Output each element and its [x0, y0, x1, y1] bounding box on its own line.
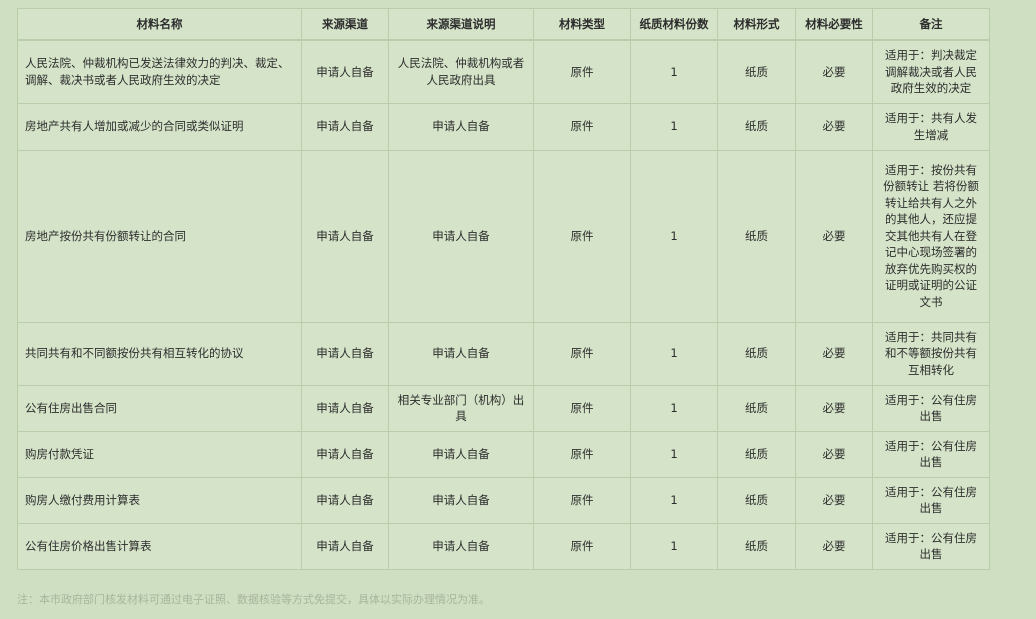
remark-cell: 适用于：共同共有和不等额按份共有互相转化	[872, 321, 990, 386]
material-name-cell: 购房人缴付费用计算表	[17, 476, 302, 524]
source-channel-cell: 申请人自备	[301, 522, 389, 570]
remark-cell: 适用于：公有住房出售	[872, 430, 990, 478]
source-description-cell: 申请人自备	[388, 102, 534, 151]
material-name-cell: 人民法院、仲裁机构已发送法律效力的判决、裁定、调解、裁决书或者人民政府生效的决定	[17, 39, 302, 104]
material-name-cell: 购房付款凭证	[17, 430, 302, 478]
remark-cell: 适用于：公有住房出售	[872, 384, 990, 432]
paper-copies-cell: 1	[630, 384, 718, 432]
material-name-cell: 共同共有和不同额按份共有相互转化的协议	[17, 321, 302, 386]
source-description-cell: 申请人自备	[388, 522, 534, 570]
necessity-cell: 必要	[795, 476, 873, 524]
material-form-cell: 纸质	[717, 522, 796, 570]
paper-copies-cell: 1	[630, 476, 718, 524]
material-name-cell: 公有住房出售合同	[17, 384, 302, 432]
remark-cell: 适用于：判决裁定调解裁决或者人民政府生效的决定	[872, 39, 990, 104]
paper-copies-cell: 1	[630, 522, 718, 570]
material-type-cell: 原件	[533, 102, 631, 151]
source-description-cell: 申请人自备	[388, 430, 534, 478]
table-row: 购房付款凭证 申请人自备 申请人自备 原件 1 纸质 必要 适用于：公有住房出售	[17, 430, 990, 478]
source-channel-cell: 申请人自备	[301, 39, 389, 104]
source-description-cell: 申请人自备	[388, 321, 534, 386]
material-form-cell: 纸质	[717, 149, 796, 323]
table-header-row: 材料名称 来源渠道 来源渠道说明 材料类型 纸质材料份数 材料形式 材料必要性 …	[17, 8, 990, 41]
paper-copies-cell: 1	[630, 430, 718, 478]
material-name-cell: 房地产按份共有份额转让的合同	[17, 149, 302, 323]
necessity-cell: 必要	[795, 149, 873, 323]
header-necessity: 材料必要性	[795, 8, 873, 41]
necessity-cell: 必要	[795, 522, 873, 570]
materials-table: 材料名称 来源渠道 来源渠道说明 材料类型 纸质材料份数 材料形式 材料必要性 …	[17, 8, 990, 570]
header-material-type: 材料类型	[533, 8, 631, 41]
necessity-cell: 必要	[795, 430, 873, 478]
necessity-cell: 必要	[795, 321, 873, 386]
material-form-cell: 纸质	[717, 384, 796, 432]
material-form-cell: 纸质	[717, 430, 796, 478]
header-source-channel: 来源渠道	[301, 8, 389, 41]
material-type-cell: 原件	[533, 149, 631, 323]
material-form-cell: 纸质	[717, 476, 796, 524]
material-type-cell: 原件	[533, 430, 631, 478]
paper-copies-cell: 1	[630, 102, 718, 151]
source-channel-cell: 申请人自备	[301, 321, 389, 386]
source-channel-cell: 申请人自备	[301, 430, 389, 478]
material-form-cell: 纸质	[717, 39, 796, 104]
header-paper-copies: 纸质材料份数	[630, 8, 718, 41]
remark-cell: 适用于：共有人发生增减	[872, 102, 990, 151]
source-channel-cell: 申请人自备	[301, 476, 389, 524]
source-description-cell: 相关专业部门（机构）出具	[388, 384, 534, 432]
material-type-cell: 原件	[533, 384, 631, 432]
necessity-cell: 必要	[795, 39, 873, 104]
source-channel-cell: 申请人自备	[301, 149, 389, 323]
table-row: 购房人缴付费用计算表 申请人自备 申请人自备 原件 1 纸质 必要 适用于：公有…	[17, 476, 990, 524]
table-row: 公有住房价格出售计算表 申请人自备 申请人自备 原件 1 纸质 必要 适用于：公…	[17, 522, 990, 570]
material-name-cell: 公有住房价格出售计算表	[17, 522, 302, 570]
paper-copies-cell: 1	[630, 321, 718, 386]
header-source-description: 来源渠道说明	[388, 8, 534, 41]
remark-cell: 适用于：公有住房出售	[872, 476, 990, 524]
necessity-cell: 必要	[795, 102, 873, 151]
remark-cell: 适用于：按份共有份额转让 若将份额转让给共有人之外的其他人，还应提交其他共有人在…	[872, 149, 990, 323]
material-type-cell: 原件	[533, 321, 631, 386]
material-type-cell: 原件	[533, 39, 631, 104]
source-channel-cell: 申请人自备	[301, 384, 389, 432]
remark-cell: 适用于：公有住房出售	[872, 522, 990, 570]
necessity-cell: 必要	[795, 384, 873, 432]
footnote: 注：本市政府部门核发材料可通过电子证照、数据核验等方式免提交，具体以实际办理情况…	[17, 593, 490, 606]
source-channel-cell: 申请人自备	[301, 102, 389, 151]
table-row: 房地产共有人增加或减少的合同或类似证明 申请人自备 申请人自备 原件 1 纸质 …	[17, 102, 990, 151]
material-name-cell: 房地产共有人增加或减少的合同或类似证明	[17, 102, 302, 151]
header-remark: 备注	[872, 8, 990, 41]
paper-copies-cell: 1	[630, 39, 718, 104]
material-type-cell: 原件	[533, 522, 631, 570]
source-description-cell: 申请人自备	[388, 149, 534, 323]
material-form-cell: 纸质	[717, 102, 796, 151]
source-description-cell: 申请人自备	[388, 476, 534, 524]
header-material-name: 材料名称	[17, 8, 302, 41]
table-row: 人民法院、仲裁机构已发送法律效力的判决、裁定、调解、裁决书或者人民政府生效的决定…	[17, 39, 990, 104]
source-description-cell: 人民法院、仲裁机构或者人民政府出具	[388, 39, 534, 104]
table-row: 公有住房出售合同 申请人自备 相关专业部门（机构）出具 原件 1 纸质 必要 适…	[17, 384, 990, 432]
table-row: 房地产按份共有份额转让的合同 申请人自备 申请人自备 原件 1 纸质 必要 适用…	[17, 149, 990, 323]
table-row: 共同共有和不同额按份共有相互转化的协议 申请人自备 申请人自备 原件 1 纸质 …	[17, 321, 990, 386]
paper-copies-cell: 1	[630, 149, 718, 323]
material-type-cell: 原件	[533, 476, 631, 524]
material-form-cell: 纸质	[717, 321, 796, 386]
header-material-form: 材料形式	[717, 8, 796, 41]
